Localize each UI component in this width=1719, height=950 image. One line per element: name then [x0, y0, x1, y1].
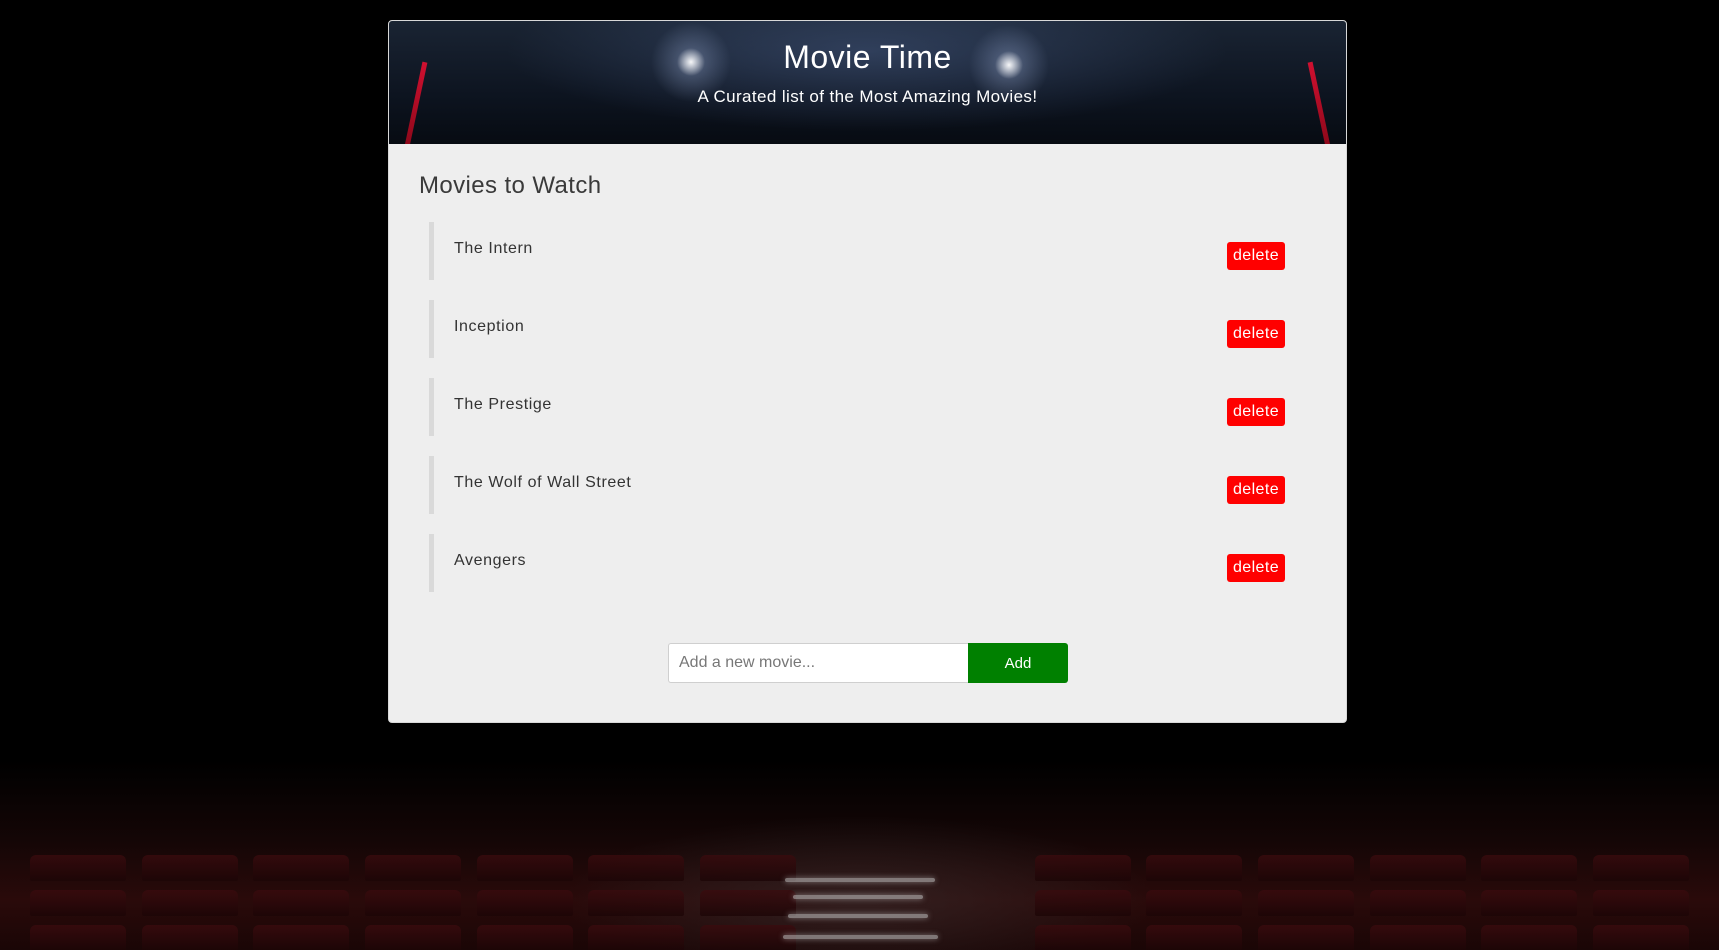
movie-title: The Prestige — [454, 396, 552, 413]
aisle-light — [785, 878, 935, 882]
aisle-light — [783, 935, 938, 939]
page-subtitle: A Curated list of the Most Amazing Movie… — [697, 87, 1038, 106]
movie-item: Avengers delete — [429, 534, 1309, 592]
delete-button[interactable]: delete — [1227, 398, 1285, 426]
section-title: Movies to Watch — [419, 172, 602, 199]
delete-button[interactable]: delete — [1227, 320, 1285, 348]
movie-list: The Intern delete Inception delete The P… — [429, 222, 1309, 612]
delete-button[interactable]: delete — [1227, 554, 1285, 582]
header-banner: Movie Time A Curated list of the Most Am… — [389, 21, 1346, 144]
movie-item: The Prestige delete — [429, 378, 1309, 436]
movie-item: The Intern delete — [429, 222, 1309, 280]
aisle-light — [788, 914, 928, 918]
movie-title: Inception — [454, 318, 525, 335]
page-title: Movie Time — [783, 39, 952, 75]
add-movie-input[interactable] — [668, 643, 968, 683]
add-button[interactable]: Add — [968, 643, 1068, 683]
delete-button[interactable]: delete — [1227, 476, 1285, 504]
movie-title: Avengers — [454, 552, 527, 569]
movie-title: The Intern — [454, 240, 533, 257]
movie-item: Inception delete — [429, 300, 1309, 358]
movie-item: The Wolf of Wall Street delete — [429, 456, 1309, 514]
aisle-light — [793, 895, 923, 899]
movie-title: The Wolf of Wall Street — [454, 474, 632, 491]
add-movie-form: Add — [668, 643, 1068, 683]
delete-button[interactable]: delete — [1227, 242, 1285, 270]
movie-card: Movie Time A Curated list of the Most Am… — [388, 20, 1347, 723]
